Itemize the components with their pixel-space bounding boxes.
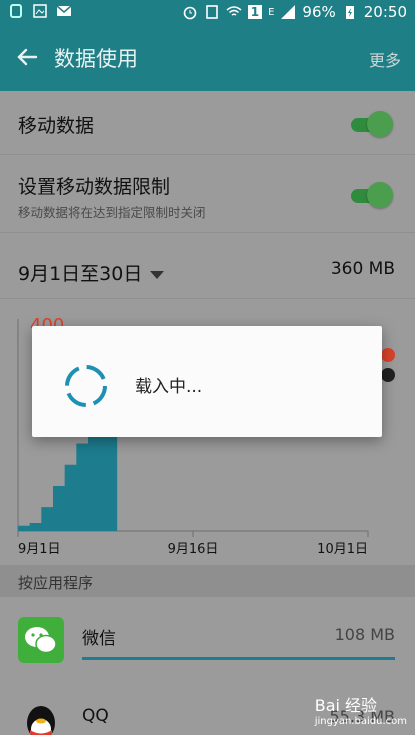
loading-message: 载入中... (135, 377, 203, 397)
dropdown-caret-icon (150, 270, 165, 279)
photo-notification-icon (33, 4, 47, 18)
battery-charging-icon (345, 6, 354, 19)
app-bar: 数据使用 更多 (0, 25, 415, 91)
x-tick-label: 9月16日 (168, 542, 219, 557)
qq-icon (27, 706, 55, 735)
mobile-data-switch[interactable] (347, 110, 393, 137)
app-usage: 108 MB (334, 625, 395, 644)
nfc-icon (205, 5, 218, 19)
total-usage: 360 MB (330, 259, 395, 279)
more-button[interactable]: 更多 (369, 47, 401, 71)
x-tick-label: 9月1日 (18, 542, 61, 557)
watermark-url: jingyan.baidu.com (314, 716, 407, 727)
alarm-icon (183, 6, 197, 20)
app-name: 微信 (82, 629, 116, 649)
app-notification-icon (10, 4, 22, 18)
switch-thumb (367, 111, 393, 137)
baidu-watermark: Bai 经验 jingyan.baidu.com (315, 692, 407, 727)
mobile-data-label: 移动数据 (18, 115, 95, 137)
loading-dialog: 载入中... (32, 326, 382, 437)
cycle-label: 9月1日至30日 (18, 263, 143, 285)
cycle-selector[interactable]: 9月1日至30日 (18, 259, 165, 286)
app-usage-bar (82, 657, 395, 660)
app-row-wechat[interactable]: 微信 108 MB (0, 597, 415, 681)
data-limit-switch[interactable] (347, 181, 393, 208)
wifi-icon (226, 6, 242, 16)
data-limit-description: 移动数据将在达到指定限制时关闭 (18, 205, 206, 220)
warning-handle-icon (381, 368, 395, 382)
app-list-header: 按应用程序 (0, 565, 415, 597)
page-title: 数据使用 (54, 47, 138, 71)
mobile-data-row[interactable]: 移动数据 (0, 91, 415, 155)
status-bar: 1 E 96% 20:50 (0, 0, 415, 25)
app-list-header-label: 按应用程序 (18, 574, 94, 592)
watermark-brand: Bai 经验 (314, 696, 378, 715)
data-limit-row[interactable]: 设置移动数据限制 移动数据将在达到指定限制时关闭 (0, 155, 415, 233)
sim-badge: 1 (247, 5, 263, 19)
clock: 20:50 (363, 3, 407, 21)
switch-thumb (367, 182, 393, 208)
data-limit-label: 设置移动数据限制 (18, 176, 171, 198)
loading-spinner-icon (65, 365, 107, 407)
network-type: E (268, 6, 275, 18)
signal-icon (281, 5, 296, 19)
wechat-icon (18, 617, 64, 663)
back-arrow-icon[interactable] (12, 42, 42, 72)
limit-handle-icon (381, 348, 395, 362)
app-name: QQ (82, 706, 109, 726)
battery-percent: 96% (302, 3, 336, 21)
x-tick-label: 10月1日 (317, 542, 368, 557)
mail-icon (56, 5, 72, 16)
